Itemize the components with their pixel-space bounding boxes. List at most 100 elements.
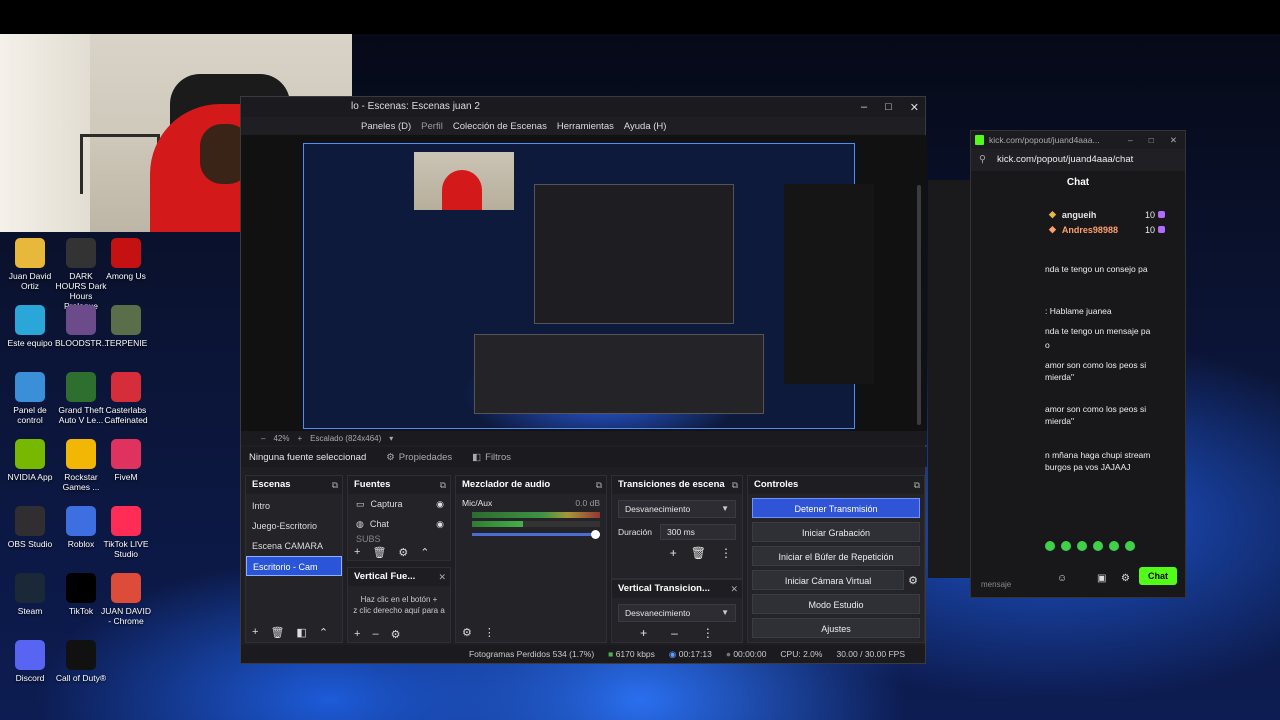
source-item-captura[interactable]: ▭ Captura ◉ xyxy=(348,494,450,514)
source-item-chat[interactable]: ◍ Chat ◉ xyxy=(348,514,450,534)
remove-icon[interactable]: – xyxy=(372,628,378,640)
desktop-shortcut[interactable]: TERPENIE xyxy=(100,305,152,348)
vertical-transition-select[interactable]: Desvanecimiento ▼ xyxy=(618,604,736,622)
emote-icon[interactable] xyxy=(1125,541,1135,551)
undock-icon[interactable]: ⧉ xyxy=(732,476,738,494)
close-icon[interactable]: ✕ xyxy=(730,580,738,598)
desktop-shortcut[interactable]: JUAN DAVID - Chrome xyxy=(100,573,152,626)
filter-icon[interactable]: ◧ xyxy=(296,626,306,639)
trash-icon[interactable]: 🗑 xyxy=(270,626,284,639)
remove-icon[interactable]: – xyxy=(671,626,678,640)
rockstar-icon xyxy=(66,439,96,469)
chevron-up-icon[interactable]: ⌃ xyxy=(420,546,429,559)
gear-icon[interactable]: ⚙ xyxy=(398,546,408,559)
more-icon[interactable]: ⋮ xyxy=(702,626,714,640)
emote-icon[interactable] xyxy=(1109,541,1119,551)
desktop-shortcut[interactable]: TikTok LIVE Studio xyxy=(100,506,152,559)
add-icon[interactable]: + xyxy=(670,546,677,560)
emote-icon[interactable] xyxy=(1077,541,1087,551)
gear-icon[interactable]: ⚙ xyxy=(1121,573,1130,584)
add-icon[interactable]: + xyxy=(354,628,360,640)
trash-icon[interactable]: 🗑 xyxy=(372,546,386,559)
maximize-icon[interactable]: □ xyxy=(1149,131,1154,149)
volume-slider[interactable] xyxy=(472,530,600,539)
desktop-shortcut[interactable]: Among Us xyxy=(100,238,152,281)
undock-icon[interactable]: ⧉ xyxy=(332,476,338,494)
add-icon[interactable]: + xyxy=(252,626,258,638)
add-icon[interactable]: + xyxy=(354,546,360,558)
chat-input-hint[interactable]: mensaje xyxy=(981,580,1011,589)
eye-icon[interactable]: ◉ xyxy=(436,494,444,514)
eye-icon[interactable]: ◉ xyxy=(436,514,444,534)
chevron-up-icon[interactable]: ⌃ xyxy=(319,626,328,639)
desktop-shortcut[interactable]: Este equipo xyxy=(4,305,56,348)
top-letterbox xyxy=(0,0,1280,34)
start-virtual-camera-button[interactable]: Iniciar Cámara Virtual xyxy=(752,570,905,590)
preview-scrollbar[interactable] xyxy=(917,185,921,425)
chat-message: mierda" xyxy=(1045,372,1074,382)
emote-picker-icon[interactable]: ☺ xyxy=(1057,573,1067,584)
emote-icon[interactable] xyxy=(1061,541,1071,551)
vertical-transition-selected: Desvanecimiento xyxy=(625,608,691,618)
close-icon[interactable]: ✕ xyxy=(438,568,446,586)
filters-button[interactable]: ◧ Filtros xyxy=(472,452,511,463)
minimize-icon[interactable]: – xyxy=(861,101,867,113)
scale-mode[interactable]: Escalado (824x464) xyxy=(310,434,381,443)
zoom-in-icon[interactable]: + xyxy=(297,434,302,443)
start-recording-button[interactable]: Iniciar Grabación xyxy=(752,522,920,542)
menu-herramientas[interactable]: Herramientas xyxy=(557,121,614,132)
filters-label: Filtros xyxy=(485,451,512,463)
chat-address-bar[interactable]: ⚲ kick.com/popout/juand4aaa/chat xyxy=(971,149,1185,171)
chat-send-button[interactable]: Chat xyxy=(1139,567,1177,585)
add-icon[interactable]: + xyxy=(640,626,647,640)
desktop-shortcut[interactable]: OBS Studio xyxy=(4,506,56,549)
duration-input[interactable]: 300 ms xyxy=(660,524,736,540)
desktop-shortcut[interactable]: Discord xyxy=(4,640,56,683)
undock-icon[interactable]: ⧉ xyxy=(596,476,602,494)
scene-item-escritorio-cam[interactable]: Escritorio - Cam xyxy=(246,556,342,576)
stop-streaming-button[interactable]: Detener Transmisión xyxy=(752,498,920,518)
gear-icon[interactable]: ⚙ xyxy=(908,574,918,587)
desktop-shortcut[interactable]: Panel de control xyxy=(4,372,56,425)
chevron-down-icon[interactable]: ▾ xyxy=(389,434,393,443)
chat-message: n mñana haga chupi stream xyxy=(1045,450,1151,460)
undock-icon[interactable]: ⧉ xyxy=(440,476,446,494)
volume-knob[interactable] xyxy=(591,530,600,539)
source-item-subs[interactable]: SUBS xyxy=(348,534,450,544)
desktop-shortcut[interactable]: FiveM xyxy=(100,439,152,482)
minimize-icon[interactable]: – xyxy=(1128,131,1133,149)
zoom-out-icon[interactable]: – xyxy=(261,434,265,443)
desktop-shortcut[interactable]: Casterlabs Caffeinated xyxy=(100,372,152,425)
site-info-icon[interactable]: ⚲ xyxy=(979,149,986,171)
studio-mode-button[interactable]: Modo Estudio xyxy=(752,594,920,614)
start-replay-buffer-button[interactable]: Iniciar el Búfer de Repetición xyxy=(752,546,920,566)
bookmark-icon[interactable]: ▣ xyxy=(1097,573,1106,584)
gear-icon[interactable]: ⚙ xyxy=(391,628,401,641)
menu-coleccion-escenas[interactable]: Colección de Escenas xyxy=(453,121,547,132)
desktop-shortcut[interactable]: Call of Duty® xyxy=(55,640,107,683)
scene-item-juego-escritorio[interactable]: Juego-Escritorio xyxy=(246,516,342,536)
maximize-icon[interactable]: □ xyxy=(885,101,892,113)
scene-item-intro[interactable]: Intro xyxy=(246,496,342,516)
obs-preview[interactable] xyxy=(241,135,927,431)
scene-item-escena-camara[interactable]: Escena CAMARA xyxy=(246,536,342,556)
close-icon[interactable]: ✕ xyxy=(910,101,919,114)
menu-ayuda[interactable]: Ayuda (H) xyxy=(624,121,667,132)
transition-select[interactable]: Desvanecimiento ▼ xyxy=(618,500,736,518)
menu-perfil[interactable]: Perfil xyxy=(421,121,443,132)
properties-button[interactable]: ⚙ Propiedades xyxy=(386,452,452,463)
trash-icon[interactable]: 🗑 xyxy=(691,546,706,560)
preview-canvas[interactable] xyxy=(303,143,874,429)
desktop-shortcut[interactable]: Juan David Ortiz xyxy=(4,238,56,291)
gear-icon[interactable]: ⚙ xyxy=(462,626,472,639)
more-icon[interactable]: ⋮ xyxy=(720,546,732,560)
emote-icon[interactable] xyxy=(1045,541,1055,551)
close-icon[interactable]: ✕ xyxy=(1170,131,1177,149)
desktop-shortcut[interactable]: Steam xyxy=(4,573,56,616)
desktop-shortcut[interactable]: NVIDIA App xyxy=(4,439,56,482)
undock-icon[interactable]: ⧉ xyxy=(914,476,920,494)
more-icon[interactable]: ⋮ xyxy=(484,626,495,639)
settings-button[interactable]: Ajustes xyxy=(752,618,920,638)
emote-icon[interactable] xyxy=(1093,541,1103,551)
menu-paneles[interactable]: Paneles (D) xyxy=(361,121,411,132)
